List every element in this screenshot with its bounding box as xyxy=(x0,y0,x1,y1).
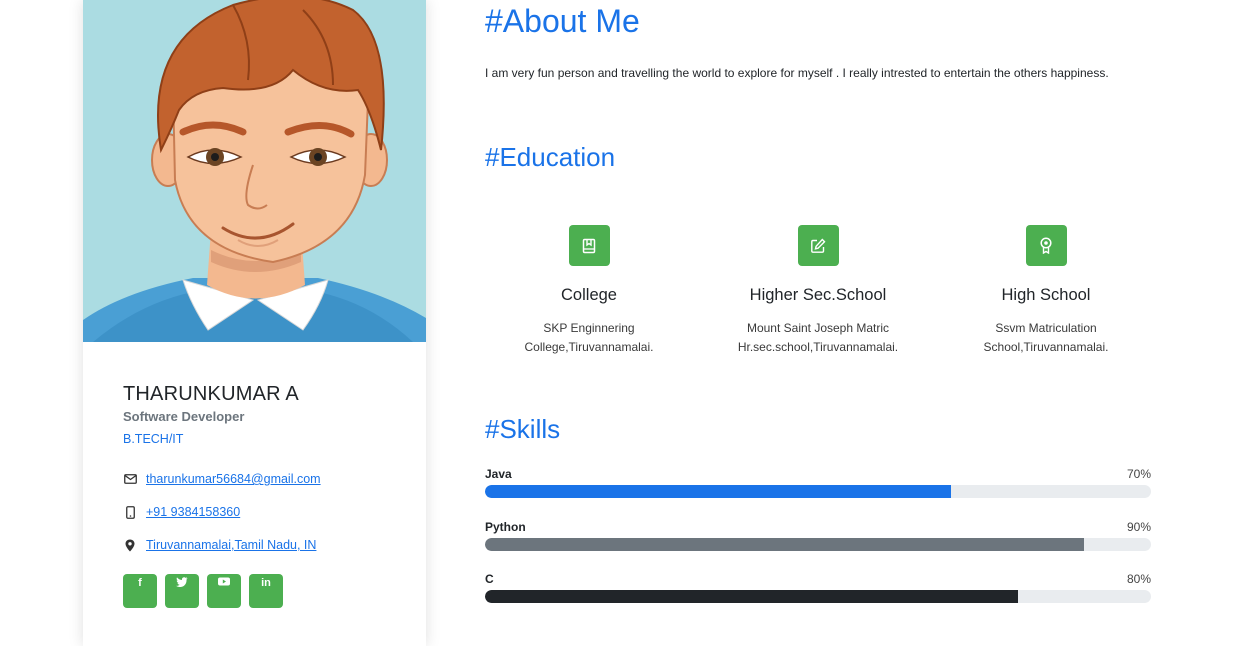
map-marker-icon xyxy=(123,538,137,552)
award-icon xyxy=(1025,225,1067,266)
education-item-higher-sec: Higher Sec.School Mount Saint Joseph Mat… xyxy=(718,225,918,357)
skill-name: C xyxy=(485,572,494,586)
skill-python: Python 90% xyxy=(485,520,1151,551)
about-title: #About Me xyxy=(485,3,640,39)
education-item-high-school: High School Ssvm Matriculation School,Ti… xyxy=(946,225,1146,357)
education-desc-line: Ssvm Matriculation xyxy=(995,321,1097,335)
education-desc-line: School,Tiruvannamalai. xyxy=(983,340,1109,354)
twitter-icon[interactable] xyxy=(165,574,199,608)
profile-role: Software Developer xyxy=(123,409,245,424)
education-desc-line: SKP Enginnering xyxy=(543,321,635,335)
mobile-phone-icon xyxy=(123,505,137,519)
contact-location: Tiruvannamalai,Tamil Nadu, IN xyxy=(123,536,316,554)
skill-progress-track xyxy=(485,485,1151,498)
avatar xyxy=(83,0,426,342)
education-desc: Mount Saint Joseph Matric Hr.sec.school,… xyxy=(718,319,918,357)
education-desc: SKP Enginnering College,Tiruvannamalai. xyxy=(489,319,689,357)
skill-java: Java 70% xyxy=(485,467,1151,498)
skill-percent: 90% xyxy=(1126,520,1151,534)
education-name: College xyxy=(561,286,617,304)
pencil-square-icon xyxy=(797,225,839,266)
education-desc-line: Hr.sec.school,Tiruvannamalai. xyxy=(737,340,899,354)
skill-progress-track xyxy=(485,538,1151,551)
skill-c: C 80% xyxy=(485,572,1151,603)
education-item-college: College SKP Enginnering College,Tiruvann… xyxy=(489,225,689,357)
skill-progress-fill xyxy=(485,485,952,498)
profile-card: THARUNKUMAR A Software Developer B.TECH/… xyxy=(83,0,426,646)
phone-link[interactable]: +91 9384158360 xyxy=(146,505,240,519)
education-title: #Education xyxy=(485,142,616,172)
about-text: I am very fun person and travelling the … xyxy=(485,66,1109,80)
envelope-icon xyxy=(123,472,137,486)
education-name: High School xyxy=(1001,286,1091,304)
contact-phone: +91 9384158360 xyxy=(123,503,240,521)
facebook-icon[interactable]: f xyxy=(123,574,157,608)
profile-name: THARUNKUMAR A xyxy=(123,383,299,405)
social-links: f in xyxy=(123,574,283,608)
education-desc-line: College,Tiruvannamalai. xyxy=(524,340,654,354)
skill-progress-fill xyxy=(485,538,1085,551)
location-link[interactable]: Tiruvannamalai,Tamil Nadu, IN xyxy=(146,538,316,552)
education-name: Higher Sec.School xyxy=(749,286,887,304)
skills-title: #Skills xyxy=(485,414,561,444)
education-desc: Ssvm Matriculation School,Tiruvannamalai… xyxy=(946,319,1146,357)
cartoon-boy-avatar-icon xyxy=(83,0,426,342)
skill-name: Python xyxy=(485,520,526,534)
skill-progress-fill xyxy=(485,590,1018,603)
linkedin-icon[interactable]: in xyxy=(249,574,283,608)
contact-email: tharunkumar56684@gmail.com xyxy=(123,470,321,488)
youtube-icon[interactable] xyxy=(207,574,241,608)
email-link[interactable]: tharunkumar56684@gmail.com xyxy=(146,472,321,486)
education-desc-line: Mount Saint Joseph Matric xyxy=(746,321,890,335)
skill-name: Java xyxy=(485,467,512,481)
skill-percent: 70% xyxy=(1126,467,1151,481)
skill-progress-track xyxy=(485,590,1151,603)
profile-degree: B.TECH/IT xyxy=(123,432,184,446)
skill-percent: 80% xyxy=(1126,572,1151,586)
book-icon xyxy=(568,225,610,266)
